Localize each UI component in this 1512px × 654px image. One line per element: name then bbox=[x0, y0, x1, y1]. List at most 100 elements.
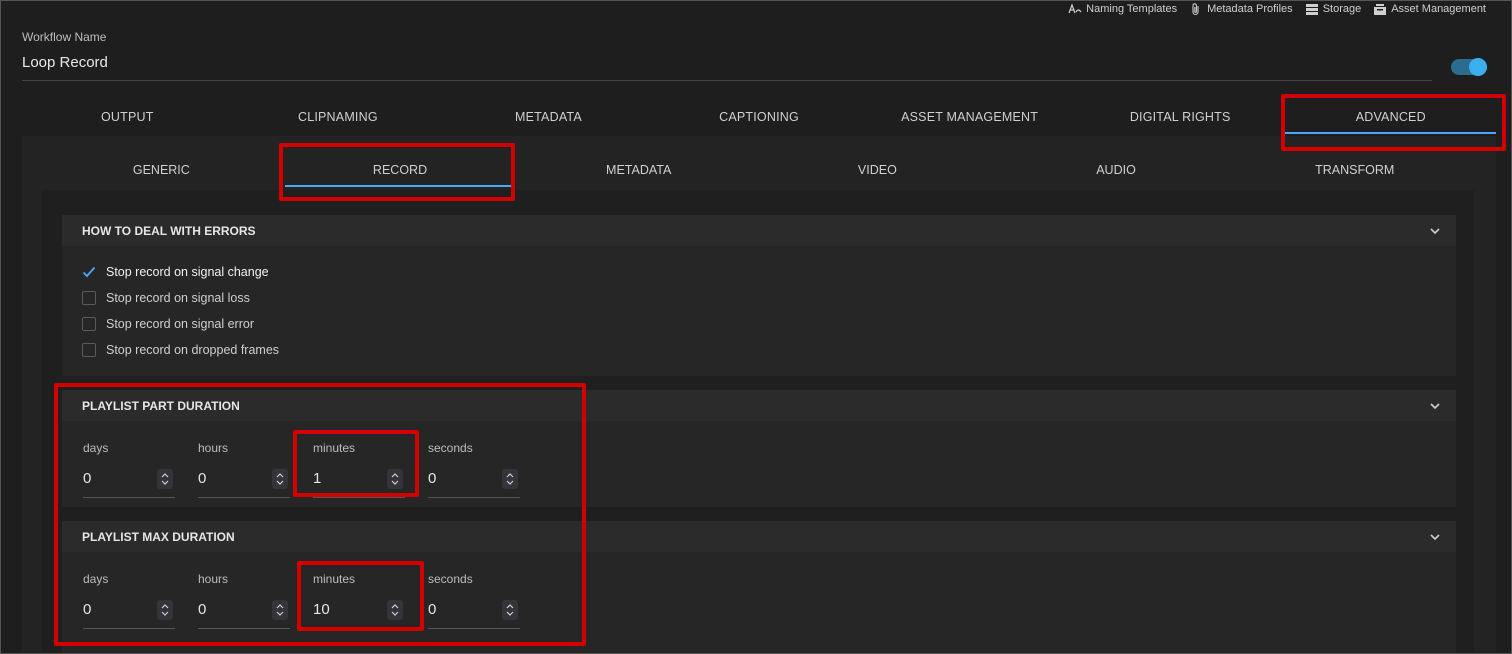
max-duration-header[interactable]: PLAYLIST MAX DURATION bbox=[62, 521, 1456, 552]
paperclip-icon bbox=[1192, 3, 1199, 16]
part-duration-title: PLAYLIST PART DURATION bbox=[82, 398, 240, 413]
top-links: Naming Templates Metadata Profiles Stora… bbox=[1068, 2, 1486, 16]
max-hours-input[interactable]: 0 bbox=[198, 599, 290, 629]
main-tabs: OUTPUT CLIPNAMING METADATA CAPTIONING AS… bbox=[22, 96, 1496, 138]
sub-tabs: GENERIC RECORD METADATA VIDEO AUDIO TRAN… bbox=[42, 151, 1474, 191]
subtab-transform[interactable]: TRANSFORM bbox=[1235, 151, 1474, 191]
stepper[interactable] bbox=[387, 469, 403, 489]
checkbox-box bbox=[82, 291, 96, 305]
part-seconds-field: seconds 0 bbox=[428, 441, 520, 498]
storage-icon bbox=[1305, 4, 1318, 15]
tab-clipnaming[interactable]: CLIPNAMING bbox=[233, 96, 444, 138]
chevron-down-icon bbox=[1430, 403, 1440, 410]
metadata-profiles-link[interactable]: Metadata Profiles bbox=[1189, 2, 1293, 16]
part-seconds-input[interactable]: 0 bbox=[428, 468, 520, 498]
stepper[interactable] bbox=[387, 600, 403, 620]
tab-advanced[interactable]: ADVANCED bbox=[1285, 96, 1496, 138]
chevron-down-icon bbox=[1430, 534, 1440, 541]
field-label: seconds bbox=[428, 441, 473, 455]
field-value: 0 bbox=[428, 601, 437, 618]
stop-on-signal-error-checkbox[interactable]: Stop record on signal error bbox=[82, 317, 254, 331]
tab-digital-rights[interactable]: DIGITAL RIGHTS bbox=[1075, 96, 1286, 138]
stepper[interactable] bbox=[502, 469, 518, 489]
max-days-field: days 0 bbox=[83, 572, 175, 629]
field-label: hours bbox=[198, 441, 229, 455]
stepper[interactable] bbox=[157, 600, 173, 620]
asset-management-label: Asset Management bbox=[1391, 3, 1486, 15]
field-label: seconds bbox=[428, 572, 473, 586]
asset-management-link[interactable]: Asset Management bbox=[1373, 2, 1486, 16]
max-seconds-field: seconds 0 bbox=[428, 572, 520, 629]
stepper-chevrons-icon bbox=[391, 604, 399, 616]
tab-captioning[interactable]: CAPTIONING bbox=[654, 96, 865, 138]
field-label: days bbox=[83, 441, 109, 455]
stop-on-signal-loss-checkbox[interactable]: Stop record on signal loss bbox=[82, 291, 250, 305]
stepper-chevrons-icon bbox=[161, 473, 169, 485]
chevron-down-icon bbox=[1430, 228, 1440, 235]
max-hours-field: hours 0 bbox=[198, 572, 290, 629]
stop-on-dropped-frames-checkbox[interactable]: Stop record on dropped frames bbox=[82, 343, 279, 357]
errors-section-header[interactable]: HOW TO DEAL WITH ERRORS bbox=[62, 215, 1456, 246]
stepper[interactable] bbox=[272, 600, 288, 620]
field-value: 0 bbox=[198, 601, 207, 618]
checkbox-label: Stop record on dropped frames bbox=[106, 343, 280, 357]
field-value: 0 bbox=[198, 470, 207, 487]
tab-asset-management[interactable]: ASSET MANAGEMENT bbox=[864, 96, 1075, 138]
subtab-audio[interactable]: AUDIO bbox=[997, 151, 1236, 191]
max-days-input[interactable]: 0 bbox=[83, 599, 175, 629]
part-duration-section: PLAYLIST PART DURATION days 0 hours 0 mi… bbox=[62, 390, 1456, 507]
part-minutes-field: minutes 1 bbox=[313, 441, 405, 498]
field-value: 10 bbox=[313, 601, 330, 618]
workflow-enabled-toggle[interactable] bbox=[1451, 58, 1487, 76]
toggle-knob bbox=[1469, 58, 1487, 76]
part-minutes-input[interactable]: 1 bbox=[313, 468, 405, 498]
checkbox-label: Stop record on signal error bbox=[106, 317, 254, 331]
metadata-profiles-label: Metadata Profiles bbox=[1207, 3, 1293, 15]
checkmark-icon bbox=[82, 266, 96, 278]
field-label: hours bbox=[198, 572, 229, 586]
max-seconds-input[interactable]: 0 bbox=[428, 599, 520, 629]
storage-link[interactable]: Storage bbox=[1305, 2, 1361, 16]
naming-templates-link[interactable]: Naming Templates bbox=[1068, 2, 1177, 16]
asset-management-icon bbox=[1374, 4, 1387, 15]
max-duration-title: PLAYLIST MAX DURATION bbox=[82, 529, 235, 544]
checkbox-box bbox=[82, 317, 96, 331]
max-minutes-input[interactable]: 10 bbox=[313, 599, 405, 629]
tab-metadata[interactable]: METADATA bbox=[443, 96, 654, 138]
stepper-chevrons-icon bbox=[161, 604, 169, 616]
part-hours-input[interactable]: 0 bbox=[198, 468, 290, 498]
subtab-record[interactable]: RECORD bbox=[281, 151, 520, 191]
checkbox-label: Stop record on signal change bbox=[106, 265, 269, 279]
part-days-field: days 0 bbox=[83, 441, 175, 498]
stepper[interactable] bbox=[502, 600, 518, 620]
stepper-chevrons-icon bbox=[391, 473, 399, 485]
checkbox-box bbox=[82, 343, 96, 357]
checkbox-label: Stop record on signal loss bbox=[106, 291, 250, 305]
subtab-metadata[interactable]: METADATA bbox=[519, 151, 758, 191]
max-duration-section: PLAYLIST MAX DURATION days 0 hours 0 min… bbox=[62, 521, 1456, 654]
stepper-chevrons-icon bbox=[506, 473, 514, 485]
stepper[interactable] bbox=[157, 469, 173, 489]
field-label: minutes bbox=[313, 572, 356, 586]
subtab-video[interactable]: VIDEO bbox=[758, 151, 997, 191]
workflow-name-label: Workflow Name bbox=[22, 30, 107, 44]
max-minutes-field: minutes 10 bbox=[313, 572, 405, 629]
field-label: days bbox=[83, 572, 109, 586]
errors-section: HOW TO DEAL WITH ERRORS Stop record on s… bbox=[62, 215, 1456, 376]
field-value: 0 bbox=[428, 470, 437, 487]
field-value: 1 bbox=[313, 470, 322, 487]
tab-output[interactable]: OUTPUT bbox=[22, 96, 233, 138]
subtab-generic[interactable]: GENERIC bbox=[42, 151, 281, 191]
stepper[interactable] bbox=[272, 469, 288, 489]
field-value: 0 bbox=[83, 470, 92, 487]
stepper-chevrons-icon bbox=[506, 604, 514, 616]
naming-templates-label: Naming Templates bbox=[1086, 3, 1178, 15]
field-label: minutes bbox=[313, 441, 356, 455]
field-value: 0 bbox=[83, 601, 92, 618]
part-hours-field: hours 0 bbox=[198, 441, 290, 498]
part-days-input[interactable]: 0 bbox=[83, 468, 175, 498]
workflow-name-input[interactable]: Loop Record bbox=[22, 52, 1432, 81]
part-duration-header[interactable]: PLAYLIST PART DURATION bbox=[62, 390, 1456, 421]
stop-on-signal-change-checkbox[interactable]: Stop record on signal change bbox=[82, 265, 269, 279]
naming-templates-icon bbox=[1068, 3, 1082, 14]
